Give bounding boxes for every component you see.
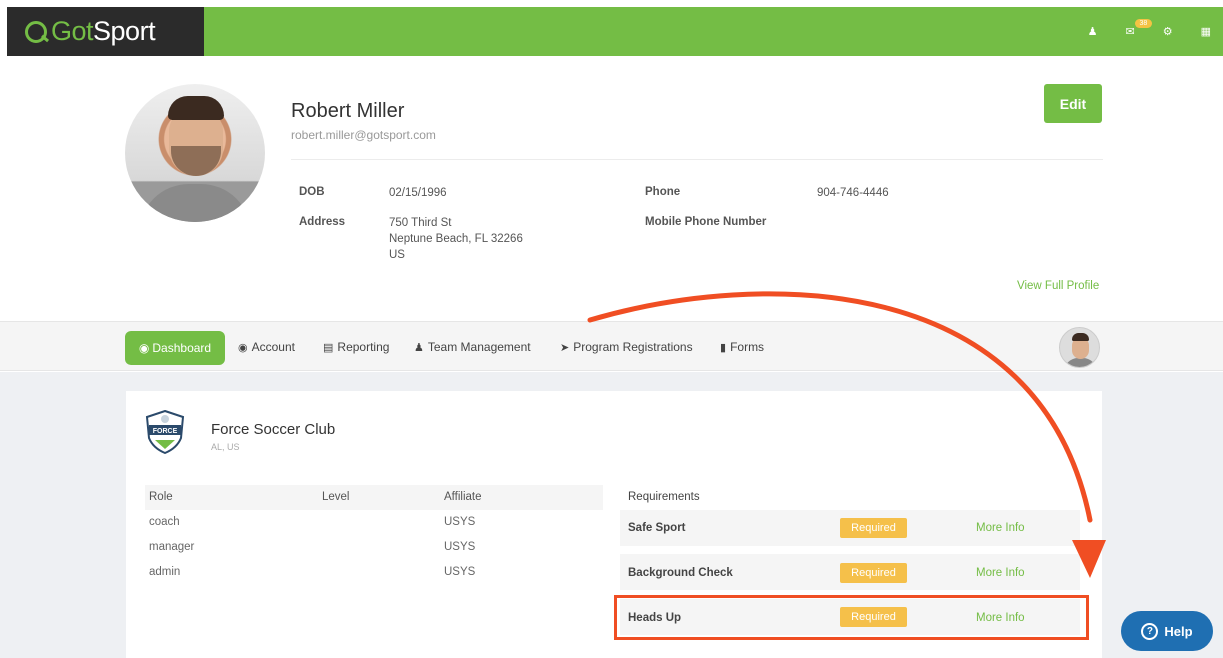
requirements-title: Requirements (628, 491, 700, 503)
address-line3: US (389, 249, 405, 261)
address-value: 750 Third St Neptune Beach, FL 32266 US (389, 215, 523, 263)
table-row-affiliate: USYS (444, 541, 476, 553)
tab-forms[interactable]: ▮ Forms (720, 322, 764, 372)
role-column-header: Role (149, 491, 173, 503)
main-nav: ◉ Dashboard ◉ Account ▤ Reporting ♟ Team… (0, 321, 1223, 371)
phone-value: 904-746-4446 (817, 187, 889, 199)
table-row-role: admin (149, 566, 181, 578)
profile-name: Robert Miller (291, 100, 405, 122)
level-column-header: Level (322, 491, 350, 503)
mail-count-badge: 38 (1134, 19, 1153, 28)
club-location: AL, US (211, 442, 240, 452)
more-info-link[interactable]: More Info (976, 567, 1025, 579)
tab-team-management[interactable]: ♟ Team Management (414, 322, 531, 372)
top-icons: ♟ ✉ 38 ⚙ ▦ (1060, 7, 1223, 56)
tab-reporting[interactable]: ▤ Reporting (323, 322, 389, 372)
logo-suffix: Sport (93, 16, 156, 46)
help-button[interactable]: ? Help (1121, 611, 1213, 651)
table-row-affiliate: USYS (444, 566, 476, 578)
club-shield-icon: FORCE (145, 410, 185, 454)
top-bar: GotSport ♟ ✉ 38 ⚙ ▦ (7, 7, 1223, 56)
address-label: Address (299, 216, 346, 228)
nav-user-avatar[interactable] (1059, 327, 1100, 368)
dob-value: 02/15/1996 (389, 187, 447, 199)
profile-divider (291, 159, 1103, 160)
table-row-role: manager (149, 541, 195, 553)
profile-email: robert.miller@gotsport.com (291, 128, 436, 142)
tab-account[interactable]: ◉ Account (238, 322, 295, 372)
dashboard-icon: ◉ (138, 341, 150, 355)
document-icon: ▤ (323, 341, 334, 354)
mail-icon[interactable]: ✉ 38 (1126, 19, 1153, 38)
address-line2: Neptune Beach, FL 32266 (389, 233, 523, 245)
heads-up-highlight-box (614, 595, 1089, 640)
profile-avatar (125, 84, 265, 222)
edit-button[interactable]: Edit (1044, 84, 1102, 123)
roles-table-header (145, 485, 603, 510)
tab-dashboard[interactable]: ◉ Dashboard (125, 331, 225, 365)
question-icon: ? (1141, 622, 1159, 640)
requirement-name: Background Check (628, 567, 733, 579)
logo-prefix: Got (51, 16, 94, 46)
affiliate-column-header: Affiliate (444, 491, 482, 503)
table-row-affiliate: USYS (444, 516, 476, 528)
gotsport-logo[interactable]: GotSport (7, 7, 204, 56)
more-info-link[interactable]: More Info (976, 522, 1025, 534)
status-badge: Required (840, 518, 907, 538)
apps-grid-icon[interactable]: ▦ (1201, 25, 1211, 38)
user-circle-icon: ◉ (238, 341, 248, 354)
phone-label: Phone (645, 186, 681, 198)
requirement-name: Safe Sport (628, 522, 686, 534)
logo-mark-icon (25, 20, 47, 43)
club-name: Force Soccer Club (211, 421, 336, 438)
tab-program-registrations[interactable]: ➤ Program Registrations (560, 322, 693, 372)
users-icon: ♟ (414, 341, 424, 354)
address-line1: 750 Third St (389, 217, 452, 229)
dob-label: DOB (299, 186, 325, 198)
view-full-profile-link[interactable]: View Full Profile (1017, 280, 1099, 292)
paper-plane-icon: ➤ (560, 341, 570, 354)
gear-icon[interactable]: ⚙ (1163, 25, 1173, 38)
user-icon[interactable]: ♟ (1088, 25, 1098, 38)
file-icon: ▮ (720, 341, 727, 354)
mobile-phone-label: Mobile Phone Number (645, 216, 767, 228)
status-badge: Required (840, 563, 907, 583)
table-row-role: coach (149, 516, 180, 528)
club-logo-text: FORCE (153, 428, 178, 435)
